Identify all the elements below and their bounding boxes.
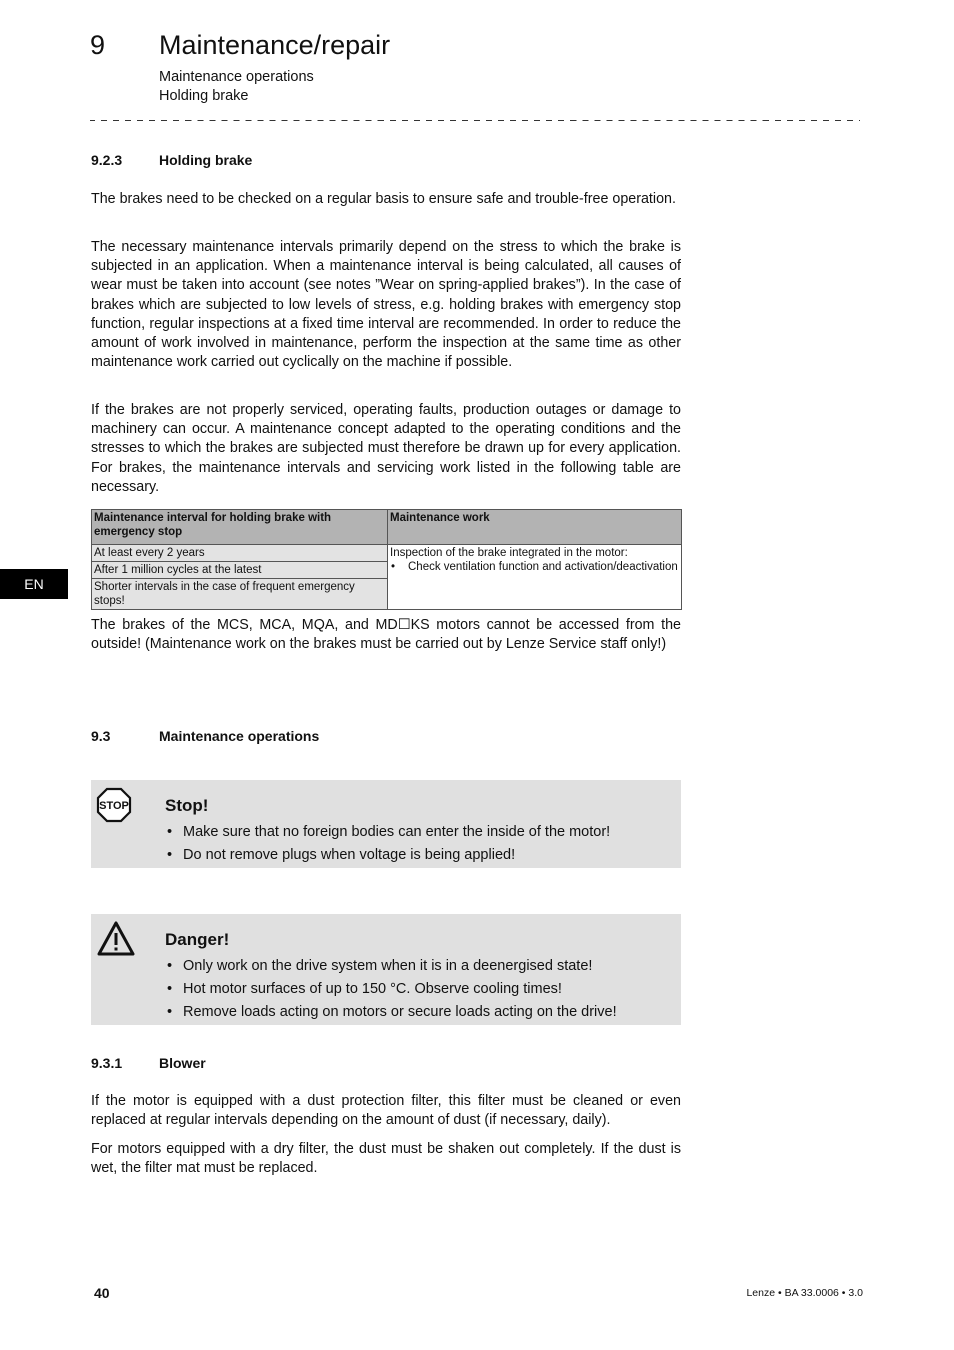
maintenance-table: Maintenance interval for holding brake w…: [91, 509, 682, 610]
paragraph-access-note: The brakes of the MCS, MCA, MQA, and MD☐…: [91, 617, 681, 653]
stop-notice-item: Do not remove plugs when voltage is bein…: [165, 844, 610, 867]
section-title: Holding brake: [159, 152, 253, 168]
chapter-number: 9: [90, 30, 106, 60]
table-cell-interval: After 1 million cycles at the latest: [91, 561, 388, 579]
work-list-item: Check ventilation function and activatio…: [390, 560, 679, 574]
language-tab: EN: [0, 569, 68, 599]
paragraph: If the motor is equipped with a dust pro…: [91, 1093, 681, 1129]
svg-text:STOP: STOP: [99, 800, 129, 812]
paragraph: The necessary maintenance intervals prim…: [91, 239, 681, 371]
subheading-maintenance-operations: Maintenance operations: [159, 69, 314, 85]
danger-notice-item: Hot motor surfaces of up to 150 °C. Obse…: [165, 978, 617, 1001]
danger-notice-list: Only work on the drive system when it is…: [165, 955, 617, 1024]
stop-notice-title: Stop!: [165, 796, 209, 815]
table-header-work: Maintenance work: [387, 509, 682, 545]
paragraph: If the brakes are not properly serviced,…: [91, 402, 681, 495]
work-intro: Inspection of the brake integrated in th…: [390, 547, 628, 559]
header-divider: [90, 120, 860, 121]
section-title: Maintenance operations: [159, 728, 320, 744]
section-title: Blower: [159, 1055, 206, 1071]
table-row: At least every 2 years Inspection of the…: [91, 544, 682, 610]
section-number: 9.3: [91, 728, 111, 744]
stop-notice-box: STOP Stop! Make sure that no foreign bod…: [91, 780, 681, 868]
stop-notice-list: Make sure that no foreign bodies can ent…: [165, 821, 610, 867]
table-cell-interval: Shorter intervals in the case of frequen…: [91, 578, 388, 610]
table-header-row: Maintenance interval for holding brake w…: [91, 509, 682, 545]
section-number: 9.2.3: [91, 152, 123, 168]
chapter-title: Maintenance/repair: [159, 30, 391, 60]
danger-notice-title: Danger!: [165, 930, 230, 949]
subheading-holding-brake: Holding brake: [159, 88, 249, 104]
table-cell-work: Inspection of the brake integrated in th…: [387, 544, 682, 610]
table-cell-interval: At least every 2 years: [91, 544, 388, 562]
work-list: Check ventilation function and activatio…: [390, 560, 679, 574]
table-header-interval: Maintenance interval for holding brake w…: [91, 509, 388, 545]
paragraph: For motors equipped with a dry filter, t…: [91, 1141, 681, 1177]
warning-triangle-icon: [96, 920, 136, 963]
danger-notice-item: Only work on the drive system when it is…: [165, 955, 617, 978]
danger-notice-item: Remove loads acting on motors or secure …: [165, 1001, 617, 1024]
stop-sign-icon: STOP: [96, 787, 132, 828]
paragraph: The brakes need to be checked on a regul…: [91, 191, 676, 207]
document-reference: Lenze • BA 33.0006 • 3.0: [746, 1287, 863, 1299]
danger-notice-box: Danger! Only work on the drive system wh…: [91, 914, 681, 1025]
page-number: 40: [94, 1285, 110, 1301]
stop-notice-item: Make sure that no foreign bodies can ent…: [165, 821, 610, 844]
section-number: 9.3.1: [91, 1055, 123, 1071]
